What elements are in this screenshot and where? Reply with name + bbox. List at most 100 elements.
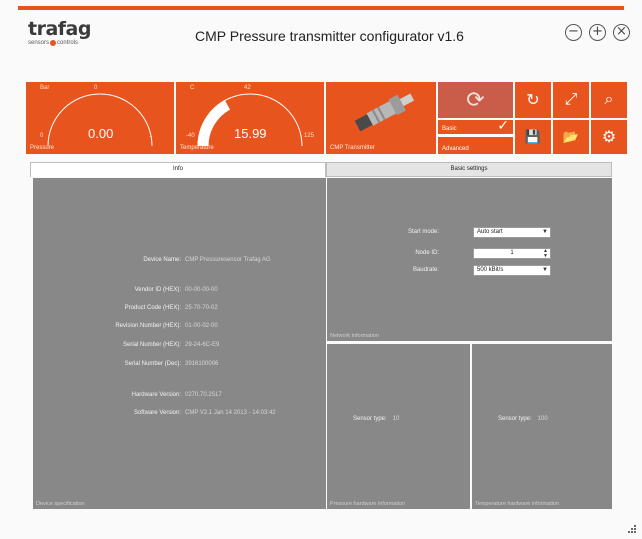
chevron-down-icon: ▼ [542,229,548,235]
sync-icon: ⟳ [466,87,485,112]
logo-sub-left: sensors [28,40,50,46]
configurator-window: trafag sensors controls CMP Pressure tra… [0,0,642,539]
tab-basic-settings[interactable]: Basic settings [326,162,612,177]
temperature-unit: C [190,85,195,91]
start-mode-label: Start mode: [407,229,439,235]
window-title: CMP Pressure transmitter configurator v1… [195,28,464,44]
baudrate-select[interactable]: 500 kBit/s ▼ [473,265,551,276]
save-icon: 💾 [524,129,542,144]
device-tile-label: CMP Transmitter [330,145,375,151]
hardware-version-value: 0270.70.2517 [185,392,222,398]
check-icon: ✓ [497,117,509,133]
pressure-max-label: 1 [149,133,153,139]
node-id-stepper[interactable]: 1 ▲ ▼ [473,248,551,259]
node-id-value: 1 [510,250,514,256]
baudrate-value: 500 kBit/s [477,267,504,273]
folder-icon: 📂 [562,129,580,144]
expand-button[interactable]: ⤢ [553,82,589,118]
temperature-sensor-type-value: 100 [537,416,548,422]
start-mode-value: Auto start [477,229,503,235]
spec-row-product-code: Product Code (HEX): 25-70-70-02 [33,304,333,313]
refresh-icon: ↻ [526,92,540,109]
stepper-arrows-icon[interactable]: ▲ ▼ [543,249,548,259]
pressure-gauge-tile: Bar 0 0 1 0.00 Pressure [26,82,174,154]
pressure-hardware-caption: Pressure hardware information [330,501,406,507]
temperature-hardware-caption: Temperature hardware information [475,501,560,507]
temperature-hardware-panel: Sensor type: 100 Temperature hardware inf… [472,344,612,509]
close-icon[interactable]: × [613,24,630,41]
settings-button[interactable]: ⚙ [591,120,627,154]
pressure-hardware-panel: Sensor type: 10 Pressure hardware informa… [327,344,470,509]
temperature-min-label: -40 [186,133,195,139]
revision-number-label: Revision Number (HEX): [115,323,181,329]
software-version-label: Software Version: [133,410,181,416]
temperature-mid-label: 42 [244,85,251,91]
node-id-label: Node ID: [415,250,439,256]
refresh-button[interactable]: ↻ [515,82,551,118]
logo-wordmark: trafag [28,18,91,40]
temperature-max-label: 125 [304,133,315,139]
pressure-value: 0.00 [88,126,114,141]
product-code-value: 25-70-70-02 [185,305,218,311]
pressure-min-label: 0 [40,133,44,139]
transmitter-image-icon [354,93,415,132]
vendor-id-label: Vendor ID (HEX): [134,287,181,293]
spec-row-revision-number: Revision Number (HEX): 01-00-02-00 [33,322,333,331]
logo-tagline: sensors controls [28,39,100,47]
logo-dot-icon [50,40,57,46]
pressure-sensor-type: Sensor type: 10 [353,416,399,422]
device-tile: CMP Transmitter [326,82,436,154]
serial-dec-label: Serial Number (Dec): [124,361,181,367]
temperature-gauge-dial [197,93,303,147]
sync-button[interactable]: ⟳ [438,82,513,118]
trafag-logo: trafag sensors controls [28,20,100,50]
start-mode-select[interactable]: Auto start ▼ [473,227,551,238]
spec-row-serial-hex: Serial Number (HEX): 29-24-6C-E9 [33,341,333,350]
pressure-mid-label: 0 [94,85,98,91]
pressure-sensor-type-label: Sensor type: [353,416,387,422]
device-spec-panel: Device Name: CMP Pressuresensor Trafag A… [33,178,326,509]
minimize-icon[interactable]: − [565,24,582,41]
search-button[interactable]: ⌕ [591,82,627,118]
search-icon: ⌕ [604,91,614,108]
tab-info[interactable]: Info [30,162,326,177]
spec-row-device-name: Device Name: CMP Pressuresensor Trafag A… [33,256,333,265]
resize-grip-icon[interactable] [628,525,636,533]
save-button[interactable]: 💾 [515,120,551,154]
spec-row-hardware-version: Hardware Version: 0270.70.2517 [33,391,333,400]
baudrate-label: Baudrate: [412,267,439,273]
product-code-label: Product Code (HEX): [124,305,181,311]
mode-basic-label: Basic [442,126,457,132]
network-caption: Network information [330,333,379,339]
hardware-version-label: Hardware Version: [131,392,181,398]
spec-row-serial-dec: Serial Number (Dec): 3916100006 [33,360,333,369]
maximize-icon[interactable]: + [589,24,606,41]
serial-hex-label: Serial Number (HEX): [122,342,181,348]
chevron-down-icon: ▼ [542,267,548,273]
temperature-sensor-type: Sensor type: 100 [498,416,548,422]
mode-advanced-button[interactable]: Advanced [438,137,513,154]
accent-top-line [18,6,624,10]
open-folder-button[interactable]: 📂 [553,120,589,154]
revision-number-value: 01-00-02-00 [185,323,218,329]
serial-dec-value: 3916100006 [185,361,219,367]
mode-advanced-label: Advanced [442,146,469,152]
device-spec-caption: Device specification [36,501,85,507]
spec-row-vendor-id: Vendor ID (HEX): 00-00-00-00 [33,286,333,295]
spec-row-software-version: Software Version: CMP V2.1 Jan 14 2013 -… [33,409,333,418]
serial-hex-value: 29-24-6C-E9 [185,342,220,348]
pressure-label: Pressure [30,145,55,151]
software-version-value: CMP V2.1 Jan 14 2013 - 14:03:42 [185,410,276,416]
vendor-id-value: 00-00-00-00 [185,287,218,293]
logo-sub-right: controls [57,40,79,46]
pressure-sensor-type-value: 10 [392,416,400,422]
temperature-gauge-fill [197,99,231,147]
expand-icon: ⤢ [564,91,578,108]
pressure-unit: Bar [40,85,50,91]
temperature-sensor-type-label: Sensor type: [498,416,532,422]
device-name-value: CMP Pressuresensor Trafag AG [185,257,271,263]
temperature-gauge-tile: C 42 -40 125 15.99 Temperature [176,82,324,154]
temperature-label: Temperature [180,145,214,151]
temperature-value: 15.99 [234,126,267,141]
mode-basic-button[interactable]: Basic ✓ [438,117,513,135]
